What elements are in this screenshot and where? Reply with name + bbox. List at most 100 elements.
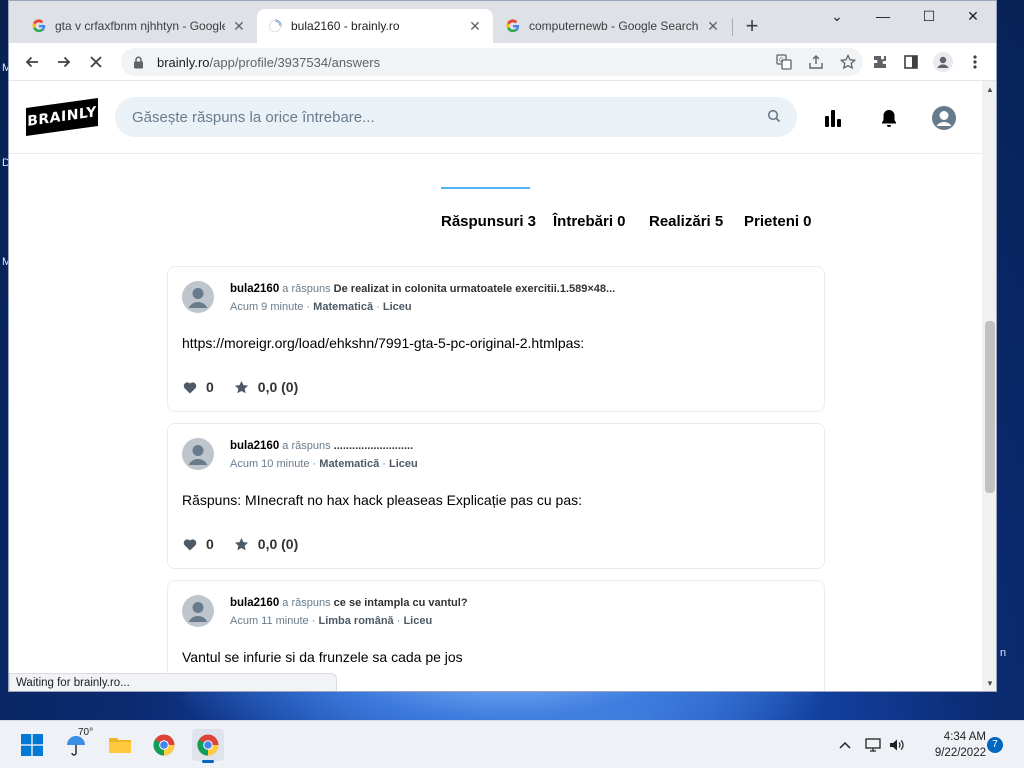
user-avatar-icon[interactable] bbox=[182, 438, 214, 470]
tab-brainly-profile[interactable]: bula2160 - brainly.ro ✕ bbox=[257, 9, 493, 43]
volume-icon[interactable] bbox=[888, 736, 906, 754]
tab-title: gta v crfaxfbnm njhhtyn - Google bbox=[55, 19, 225, 33]
brainly-logo[interactable]: BRAINLY bbox=[26, 97, 98, 137]
answer-verb: a răspuns bbox=[282, 283, 331, 295]
start-button[interactable] bbox=[16, 729, 48, 761]
tab-search-button[interactable]: ⌄ bbox=[815, 5, 859, 29]
puzzle-icon bbox=[874, 56, 886, 68]
folder-icon bbox=[109, 738, 131, 753]
address-bar[interactable]: brainly.ro/app/profile/3937534/answers G bbox=[121, 48, 863, 76]
page-scrollbar[interactable]: ▲ ▼ bbox=[982, 81, 996, 691]
maximize-button[interactable]: ☐ bbox=[907, 5, 951, 29]
like-count: 0 bbox=[206, 536, 214, 552]
username-link[interactable]: bula2160 bbox=[230, 440, 279, 452]
chrome-icon bbox=[197, 734, 219, 756]
search-bar[interactable] bbox=[115, 97, 797, 137]
meta-separator: · bbox=[382, 458, 386, 470]
notification-badge[interactable]: 7 bbox=[987, 737, 1003, 753]
tab-answers[interactable]: Răspunsuri 3 bbox=[441, 213, 536, 230]
username-link[interactable]: bula2160 bbox=[230, 597, 279, 609]
heart-icon[interactable] bbox=[182, 536, 198, 552]
extensions-button[interactable] bbox=[867, 49, 893, 75]
chrome-app[interactable] bbox=[148, 729, 180, 761]
search-icon[interactable] bbox=[767, 109, 783, 125]
answer-meta: Acum 9 minute · Matematică · Liceu bbox=[230, 301, 412, 313]
minimize-button[interactable]: — bbox=[861, 5, 905, 29]
rating-value: 0,0 (0) bbox=[257, 379, 299, 395]
heart-icon[interactable] bbox=[182, 379, 198, 395]
user-avatar-icon[interactable] bbox=[931, 105, 957, 131]
question-link[interactable]: De realizat in colonita urmatoatele exer… bbox=[334, 283, 616, 295]
close-tab-icon[interactable]: ✕ bbox=[705, 18, 721, 34]
svg-text:G: G bbox=[779, 57, 784, 64]
answer-body: https://moreigr.org/load/ehkshn/7991-gta… bbox=[182, 335, 585, 351]
lock-icon[interactable] bbox=[133, 55, 147, 69]
user-avatar-icon[interactable] bbox=[182, 281, 214, 313]
level-link[interactable]: Liceu bbox=[383, 301, 412, 313]
tab-computernewb-search[interactable]: computernewb - Google Search ✕ bbox=[495, 9, 731, 43]
answer-meta: Acum 11 minute · Limba română · Liceu bbox=[230, 615, 432, 627]
level-link[interactable]: Liceu bbox=[403, 615, 432, 627]
weather-temperature: 70° bbox=[78, 727, 94, 738]
scroll-down-arrow-icon[interactable]: ▼ bbox=[982, 677, 996, 691]
url-path: /app/profile/3937534/answers bbox=[209, 54, 381, 70]
star-icon[interactable] bbox=[234, 379, 250, 395]
level-link[interactable]: Liceu bbox=[389, 458, 418, 470]
taskbar: 70° 4:34 AM 9/22/2022 7 bbox=[0, 720, 1024, 768]
chrome-menu-button[interactable] bbox=[962, 49, 988, 75]
close-tab-icon[interactable]: ✕ bbox=[467, 18, 483, 34]
side-panel-button[interactable] bbox=[898, 49, 924, 75]
user-avatar-icon[interactable] bbox=[182, 595, 214, 627]
subject-link[interactable]: Matematică bbox=[313, 301, 373, 313]
chrome-app-active[interactable] bbox=[192, 729, 224, 763]
subject-link[interactable]: Limba română bbox=[318, 615, 393, 627]
close-window-button[interactable]: ✕ bbox=[951, 5, 995, 29]
tab-title: bula2160 - brainly.ro bbox=[291, 19, 400, 33]
star-icon[interactable] bbox=[234, 536, 250, 552]
profile-button[interactable] bbox=[930, 49, 956, 75]
clock-date: 9/22/2022 bbox=[934, 747, 986, 759]
meta-separator: · bbox=[396, 615, 401, 627]
profile-avatar-icon bbox=[933, 52, 953, 72]
answer-verb: a răspuns bbox=[282, 597, 331, 609]
scroll-up-arrow-icon[interactable]: ▲ bbox=[982, 83, 996, 97]
new-tab-button[interactable]: + bbox=[740, 15, 764, 39]
google-icon bbox=[505, 18, 521, 34]
close-tab-icon[interactable]: ✕ bbox=[231, 18, 247, 34]
search-input[interactable] bbox=[132, 108, 732, 126]
back-button[interactable] bbox=[19, 49, 45, 75]
username-link[interactable]: bula2160 bbox=[230, 283, 279, 295]
like-count: 0 bbox=[206, 379, 214, 395]
tab-strip: gta v crfaxfbnm njhhtyn - Google ✕ bula2… bbox=[9, 1, 996, 43]
file-explorer-app[interactable] bbox=[104, 729, 136, 761]
bell-icon[interactable] bbox=[876, 105, 902, 131]
answer-stats: 0 0,0 (0) bbox=[182, 379, 298, 395]
answer-header: bula2160 a răspuns .....................… bbox=[230, 440, 413, 452]
leaderboard-icon[interactable] bbox=[820, 105, 846, 131]
answer-stats: 0 0,0 (0) bbox=[182, 536, 298, 552]
answer-card[interactable]: bula2160 a răspuns .....................… bbox=[167, 423, 825, 569]
share-icon[interactable] bbox=[807, 53, 825, 71]
network-icon[interactable] bbox=[864, 736, 882, 754]
question-link[interactable]: .......................... bbox=[334, 440, 413, 452]
answer-header: bula2160 a răspuns ce se intampla cu van… bbox=[230, 597, 468, 609]
page-viewport: BRAINLY Răspunsuri 3 Întrebări 0 Realiză… bbox=[9, 81, 982, 691]
forward-arrow-icon bbox=[58, 56, 71, 68]
system-clock[interactable]: 4:34 AM 9/22/2022 bbox=[914, 729, 986, 761]
tab-questions[interactable]: Întrebări 0 bbox=[553, 213, 626, 230]
chevron-up-icon[interactable] bbox=[836, 736, 854, 754]
scrollbar-thumb[interactable] bbox=[985, 321, 995, 493]
translate-icon[interactable]: G bbox=[775, 53, 793, 71]
answer-card[interactable]: bula2160 a răspuns De realizat in coloni… bbox=[167, 266, 825, 412]
tab-achievements[interactable]: Realizări 5 bbox=[649, 213, 723, 230]
tab-gta-search[interactable]: gta v crfaxfbnm njhhtyn - Google ✕ bbox=[21, 9, 257, 43]
stop-loading-button[interactable] bbox=[83, 49, 109, 75]
question-link[interactable]: ce se intampla cu vantul? bbox=[334, 597, 468, 609]
forward-button[interactable] bbox=[51, 49, 77, 75]
tab-friends[interactable]: Prieteni 0 bbox=[744, 213, 812, 230]
subject-link[interactable]: Matematică bbox=[319, 458, 379, 470]
answer-meta: Acum 10 minute · Matematică · Liceu bbox=[230, 458, 418, 470]
answer-body: Răspuns: MInecraft no hax hack pleaseas … bbox=[182, 492, 582, 508]
desktop-icon-label: n bbox=[1000, 647, 1007, 659]
bookmark-star-icon[interactable] bbox=[839, 53, 857, 71]
